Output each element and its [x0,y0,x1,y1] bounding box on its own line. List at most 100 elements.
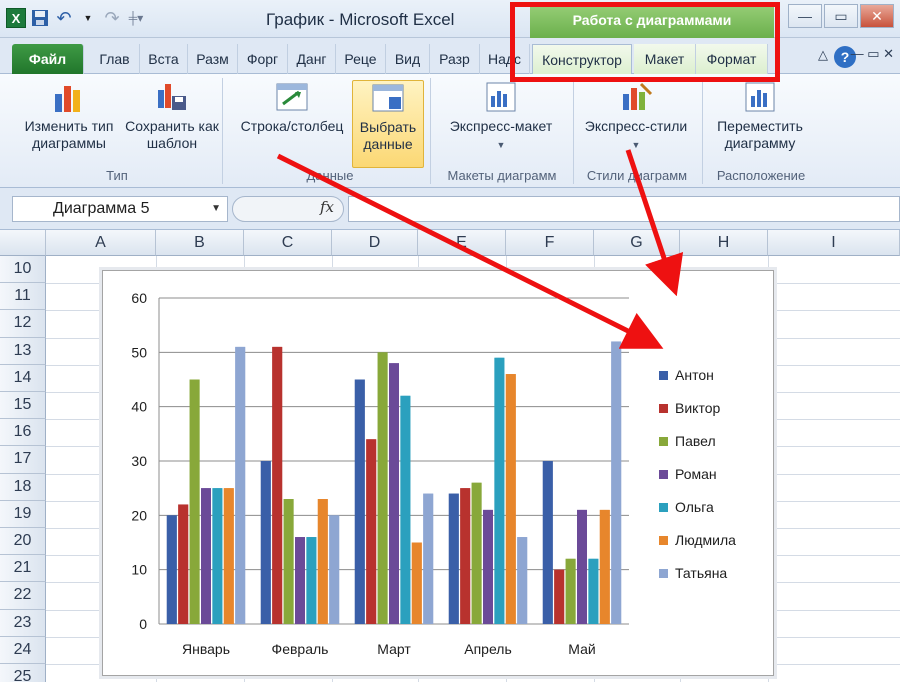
name-box[interactable]: Диаграмма 5 ▼ [12,196,228,222]
tab-data[interactable]: Данг [288,44,336,74]
row-header[interactable]: 18 [0,473,46,501]
tab-page-layout[interactable]: Разм [188,44,238,74]
row-header[interactable]: 22 [0,582,46,610]
save-as-template-button[interactable]: Сохранить как шаблон [124,80,220,152]
insert-function-icon[interactable]: fx [320,198,334,216]
group-data-label: Данные [306,168,354,183]
switch-row-column-icon [276,83,308,111]
dropdown-arrow-icon[interactable]: ▼ [78,8,98,28]
formula-bar: Диаграмма 5 ▼ fx [0,188,900,230]
y-tick-label: 50 [131,344,147,360]
column-header[interactable]: C [244,230,332,256]
row-header[interactable]: 24 [0,636,46,664]
select-all-corner[interactable] [0,230,46,256]
bar-shading [235,346,246,624]
dropdown-caret-icon: ▼ [631,140,641,150]
legend-swatch [659,404,668,413]
select-data-button[interactable]: Выбрать данные [352,80,424,168]
column-header[interactable]: D [332,230,418,256]
workbook-controls[interactable]: — ▭ ✕ [851,46,894,62]
tab-formulas[interactable]: Форг [238,44,288,74]
bar-shading [611,341,622,624]
column-chart[interactable]: 0 10 20 30 40 50 60 Январь Февраль Март Апрель Май А… [102,270,774,676]
column-header[interactable]: B [156,230,244,256]
window-title: График - Microsoft Excel [266,10,455,29]
tab-review[interactable]: Реце [336,44,386,74]
row-header[interactable]: 20 [0,528,46,556]
bar-shading [448,493,459,624]
close-icon[interactable]: ✕ [860,4,894,28]
save-icon[interactable] [30,8,50,28]
tab-home[interactable]: Глав [90,44,140,74]
minimize-icon[interactable]: — [788,4,822,28]
row-header[interactable]: 12 [0,310,46,338]
tab-view[interactable]: Вид [386,44,430,74]
ribbon-separator [702,78,703,184]
tab-developer[interactable]: Разр [430,44,480,74]
legend-label: Антон [675,367,714,383]
quick-layout-icon [486,82,516,112]
customize-toolbar-icon[interactable]: ╪▾ [126,8,146,28]
bar-shading [565,558,576,624]
column-header[interactable]: E [418,230,506,256]
row-header[interactable]: 23 [0,609,46,637]
legend-label: Роман [675,466,717,482]
excel-logo-icon[interactable]: X [6,8,26,28]
legend-label: Ольга [675,499,714,515]
bar-shading [178,504,189,624]
row-header[interactable]: 25 [0,664,46,682]
legend-swatch [659,536,668,545]
quick-styles-button[interactable]: Экспресс-стили ▼ [576,80,696,154]
row-header[interactable]: 14 [0,364,46,392]
change-chart-type-button[interactable]: Изменить тип диаграммы [14,80,124,152]
row-header[interactable]: 11 [0,283,46,311]
bar-shading [577,509,587,624]
bar-shading [494,357,505,624]
ribbon-separator [222,78,223,184]
bar-shading [317,499,328,624]
tab-file[interactable]: Файл [12,44,84,74]
bar-shading [223,488,234,624]
column-header[interactable]: A [46,230,156,256]
tab-insert[interactable]: Вста [140,44,188,74]
row-header[interactable]: 13 [0,337,46,365]
row-header[interactable]: 10 [0,256,46,284]
legend-swatch [659,371,668,380]
bar-shading [588,558,599,624]
row-header[interactable]: 19 [0,500,46,528]
legend-label: Виктор [675,400,720,416]
undo-icon[interactable]: ↶ [54,8,74,28]
x-tick-label: Май [568,641,595,657]
bar-shading [554,569,565,624]
chart-type-icon [55,86,80,112]
row-header[interactable]: 16 [0,419,46,447]
bar-shading [471,482,482,624]
formula-input[interactable] [348,196,900,222]
row-header[interactable]: 17 [0,446,46,474]
bar-shading [283,499,294,624]
x-tick-label: Апрель [464,641,512,657]
row-header[interactable]: 15 [0,392,46,420]
y-tick-label: 30 [131,453,147,469]
collapse-ribbon-icon[interactable]: △ [818,47,828,63]
bar-shading [272,346,283,624]
bar-shading [517,537,528,624]
ribbon: Изменить тип диаграммы Сохранить как шаб… [0,74,900,188]
y-tick-label: 10 [131,562,147,578]
group-styles-label: Стили диаграмм [586,168,688,183]
column-header[interactable]: I [768,230,900,256]
row-header[interactable]: 21 [0,555,46,583]
column-header[interactable]: H [680,230,768,256]
maximize-icon[interactable]: ▭ [824,4,858,28]
column-header[interactable]: F [506,230,594,256]
legend-swatch [659,503,668,512]
bar-shading [366,439,377,624]
chevron-down-icon[interactable]: ▼ [211,203,221,214]
bar-shading [201,488,211,624]
quick-layout-button[interactable]: Экспресс-макет ▼ [436,80,566,154]
bar-shading [295,537,305,624]
redo-icon[interactable]: ↷ [102,8,122,28]
move-chart-button[interactable]: Переместить диаграмму [704,80,816,152]
switch-row-column-button[interactable]: Строка/столбец [232,80,352,135]
column-header[interactable]: G [594,230,680,256]
